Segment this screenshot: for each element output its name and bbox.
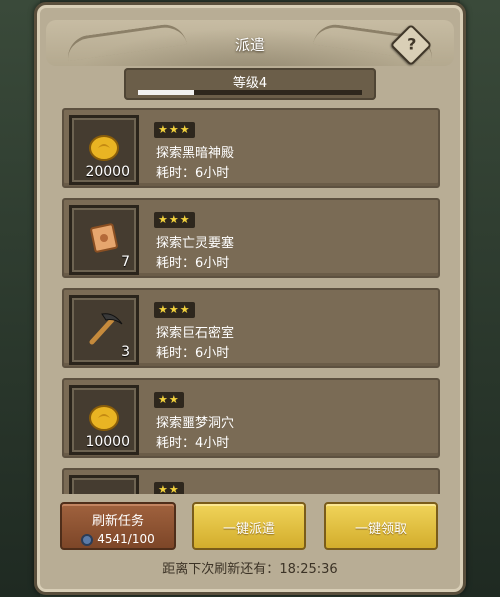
mission-duration: 耗时：4小时	[156, 436, 230, 451]
gold-coin-icon	[89, 135, 119, 161]
mission-card[interactable]: 20000 ★★★ 探索黑暗神殿 耗时：6小时	[62, 108, 440, 188]
mission-name: 探索亡灵要塞	[156, 236, 235, 251]
reward-quantity: 3	[121, 344, 130, 360]
refresh-timer: 距离下次刷新还有：18:25:36	[0, 558, 500, 577]
gold-coin-icon	[89, 405, 119, 431]
reward-slot: 3	[69, 295, 139, 365]
level-label: 等级4	[232, 76, 268, 91]
refresh-cost: 4541/100	[62, 532, 174, 546]
star-rating: ★★★	[154, 302, 195, 318]
mission-card[interactable]: ★★	[62, 468, 440, 494]
reward-slot: 7	[69, 205, 139, 275]
collect-all-button[interactable]: 一键领取	[324, 502, 438, 550]
timer-label: 距离下次刷新还有：	[162, 562, 280, 577]
mission-name: 探索巨石密室	[156, 326, 235, 341]
background-right	[460, 0, 500, 597]
star-rating: ★★	[154, 392, 184, 408]
mission-card[interactable]: 10000 ★★ 探索噩梦洞穴 耗时：4小时	[62, 378, 440, 458]
mission-duration: 耗时：6小时	[156, 166, 230, 181]
star-rating: ★★	[154, 482, 184, 494]
star-rating: ★★★	[154, 212, 195, 228]
reward-quantity: 10000	[85, 434, 130, 450]
reward-slot	[69, 475, 139, 494]
mission-list[interactable]: 20000 ★★★ 探索黑暗神殿 耗时：6小时 7 ★★★ 探索亡灵要塞 耗时：…	[62, 108, 440, 494]
mission-name: 探索噩梦洞穴	[156, 416, 235, 431]
collect-all-label: 一键领取	[354, 522, 407, 537]
reward-slot: 10000	[69, 385, 139, 455]
refresh-missions-button[interactable]: 刷新任务 4541/100	[60, 502, 176, 550]
scroll-icon	[90, 223, 118, 253]
level-progress-track	[138, 90, 362, 95]
reward-quantity: 20000	[85, 164, 130, 180]
refresh-label: 刷新任务	[91, 514, 144, 529]
mission-duration: 耗时：6小时	[156, 346, 230, 361]
dispatch-all-label: 一键派遣	[222, 522, 275, 537]
timer-value: 18:25:36	[279, 562, 338, 577]
mission-name: 探索黑暗神殿	[156, 146, 235, 161]
reward-quantity: 7	[121, 254, 130, 270]
question-mark-icon: ?	[407, 34, 417, 54]
mission-duration: 耗时：6小时	[156, 256, 230, 271]
mission-card[interactable]: 3 ★★★ 探索巨石密室 耗时：6小时	[62, 288, 440, 368]
level-progress-fill	[138, 90, 194, 95]
reward-slot: 20000	[69, 115, 139, 185]
gem-icon	[81, 534, 94, 546]
refresh-cost-value: 4541/100	[97, 532, 155, 546]
star-rating: ★★★	[154, 122, 195, 138]
pickaxe-icon	[89, 313, 123, 345]
dispatch-all-button[interactable]: 一键派遣	[192, 502, 306, 550]
mission-card[interactable]: 7 ★★★ 探索亡灵要塞 耗时：6小时	[62, 198, 440, 278]
level-bar: 等级4	[124, 68, 376, 100]
